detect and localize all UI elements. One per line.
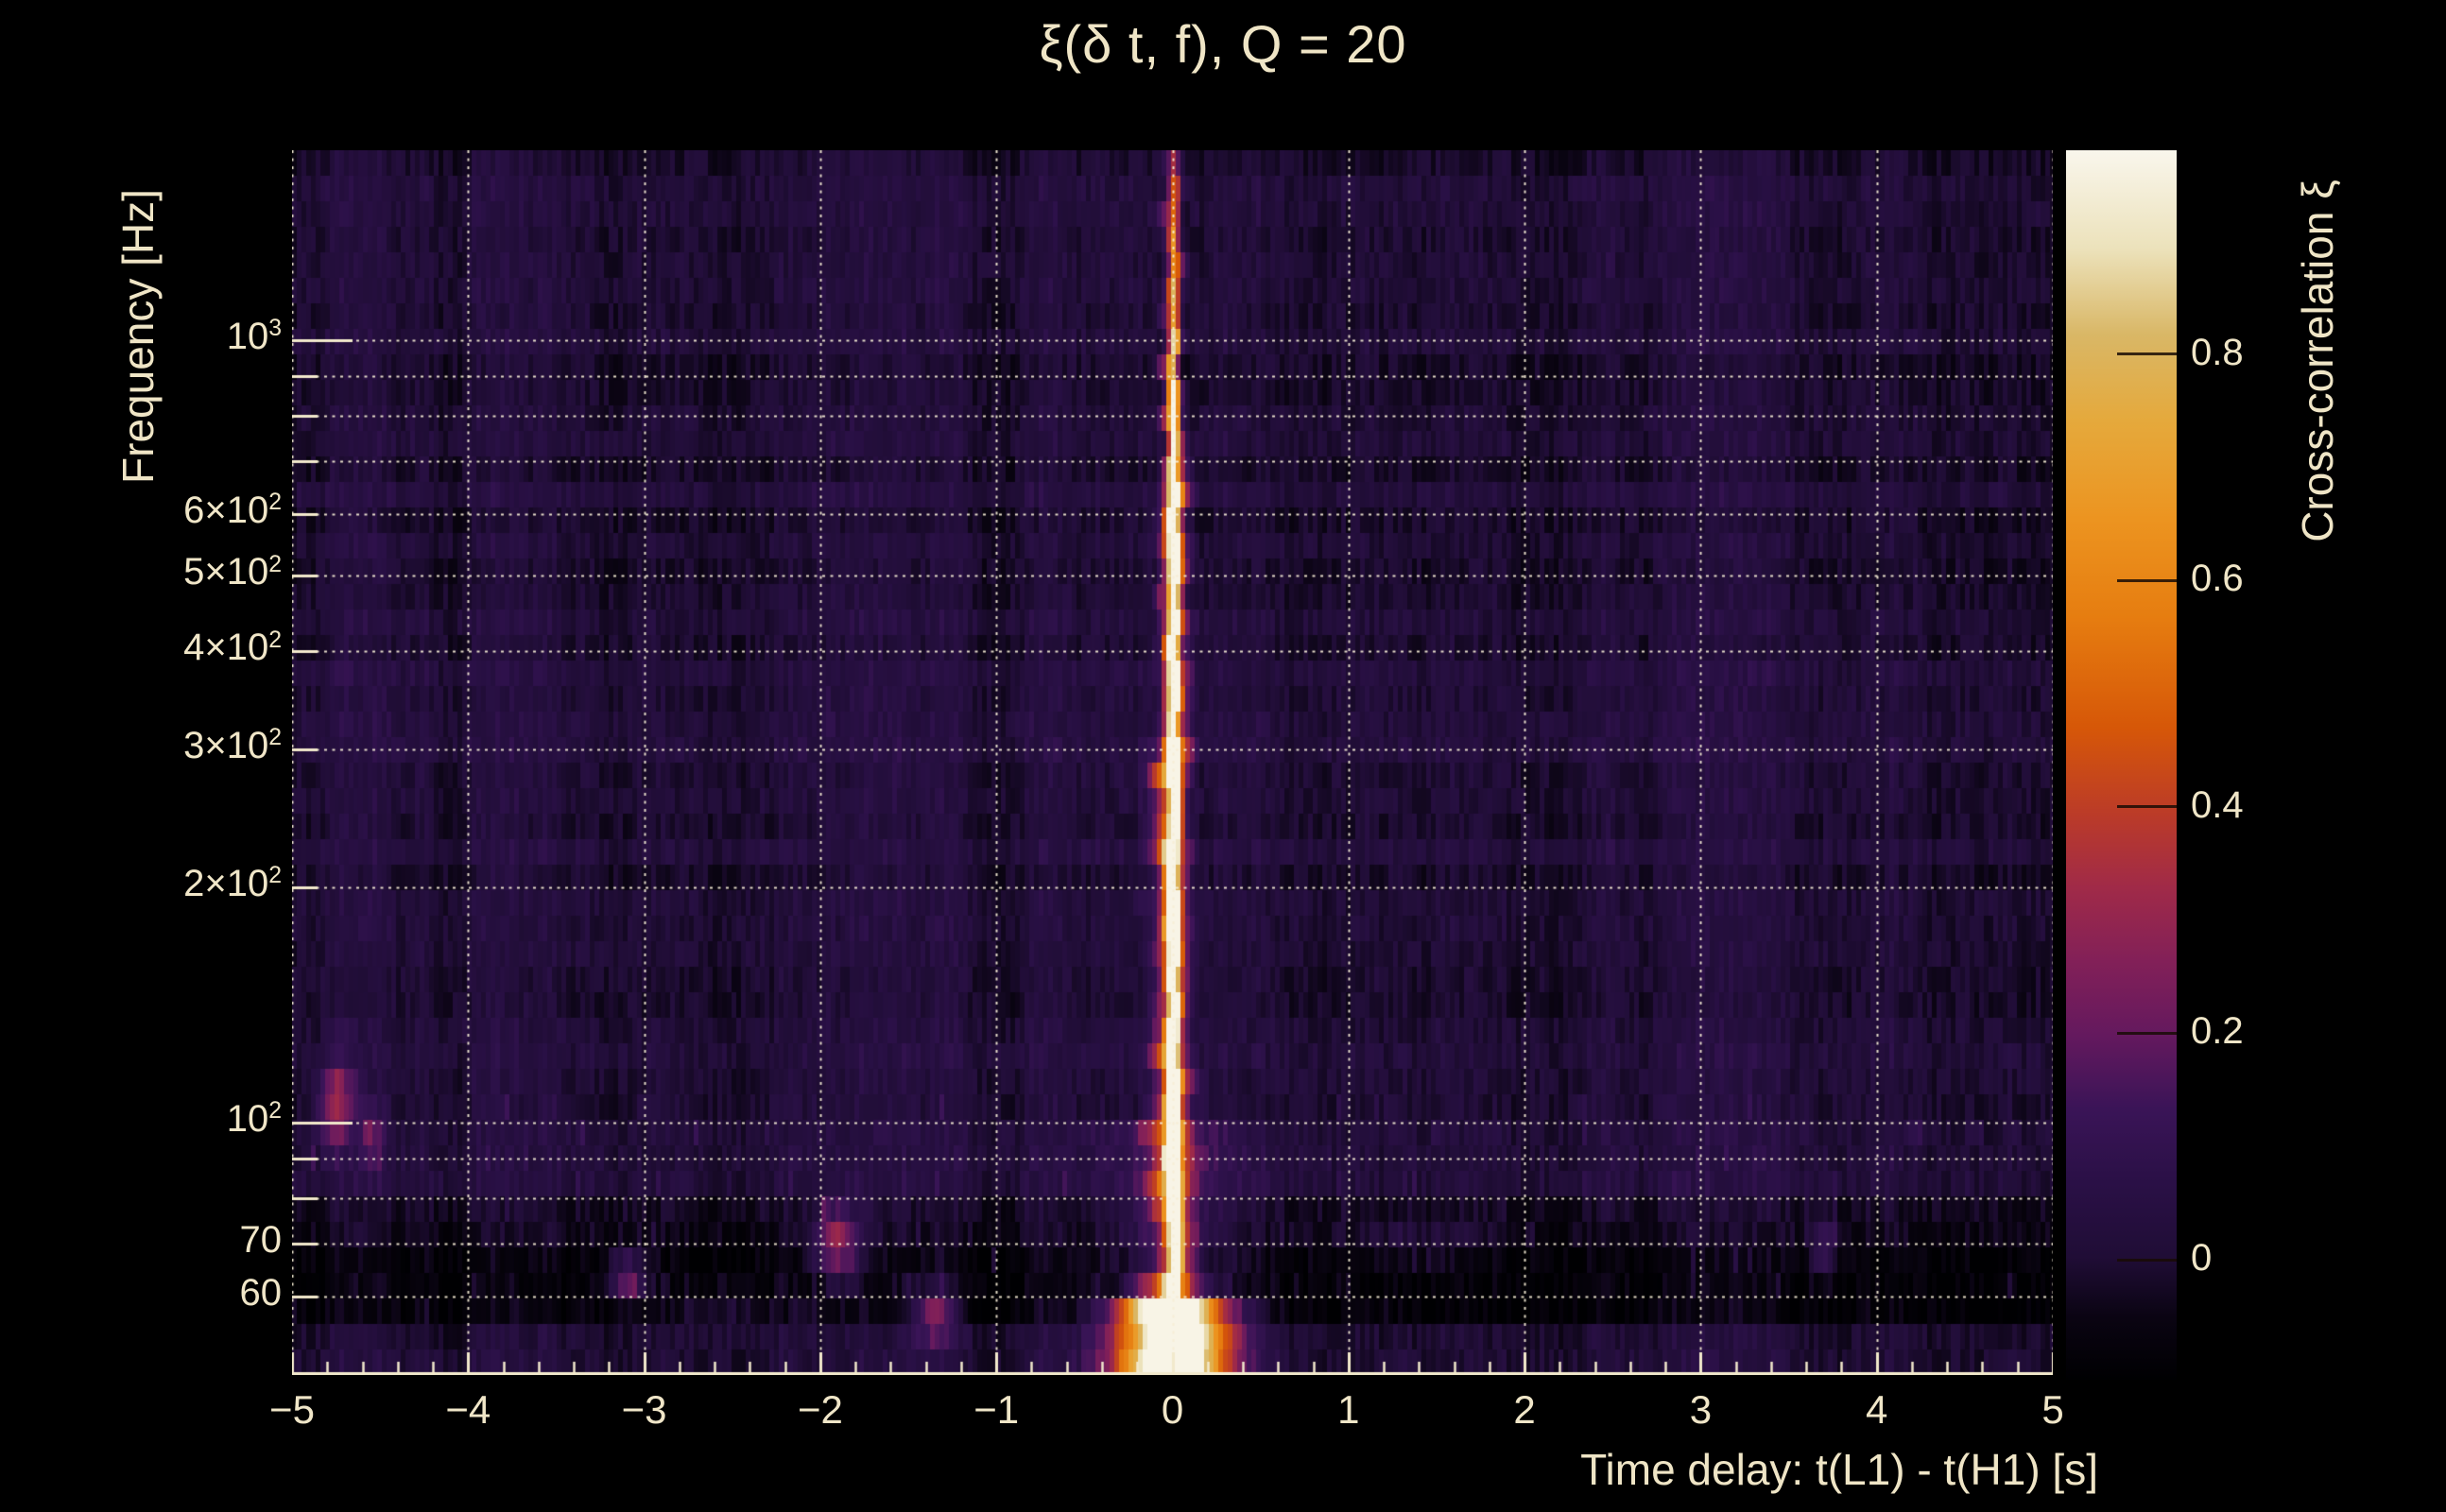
- x-tick-label: 1: [1337, 1387, 1360, 1432]
- colorbar-tick-mark: [2117, 1031, 2177, 1035]
- colorbar-tick-label: 0.6: [2191, 558, 2244, 600]
- x-tick-label: −3: [621, 1387, 667, 1432]
- colorbar-tick-label: 0.8: [2191, 331, 2244, 373]
- colorbar-axis-title: Cross-correlation ξ: [2293, 180, 2342, 542]
- y-tick-label: 102: [226, 1098, 282, 1140]
- y-tick-label: 2×102: [183, 862, 282, 904]
- x-tick-label: 2: [1513, 1387, 1536, 1432]
- y-tick-label: 3×102: [183, 724, 282, 766]
- spectrogram-figure: ξ(δ t, f), Q = 20 Frequency [Hz] Time de…: [0, 0, 2446, 1512]
- x-axis-title: Time delay: t(L1) - t(H1) [s]: [1580, 1445, 2098, 1494]
- y-tick-label: 103: [226, 316, 282, 357]
- colorbar: [2066, 150, 2177, 1380]
- x-tick-label: −5: [269, 1387, 315, 1432]
- colorbar-tick-label: 0: [2191, 1237, 2213, 1279]
- x-tick-label: 0: [1161, 1387, 1184, 1432]
- x-tick-label: 5: [2041, 1387, 2064, 1432]
- x-tick-label: −1: [973, 1387, 1020, 1432]
- x-tick-label: 4: [1866, 1387, 1888, 1432]
- y-tick-label: 70: [239, 1219, 283, 1262]
- x-tick-label: −2: [797, 1387, 843, 1432]
- spectrogram-heatmap: [292, 150, 2053, 1375]
- y-tick-label: 4×102: [183, 627, 282, 669]
- x-tick-label: −4: [445, 1387, 491, 1432]
- colorbar-tick-mark: [2117, 805, 2177, 809]
- y-tick-label: 60: [239, 1271, 283, 1314]
- colorbar-tick-label: 0.2: [2191, 1010, 2244, 1053]
- colorbar-tick-mark: [2117, 578, 2177, 582]
- colorbar-tick-label: 0.4: [2191, 783, 2244, 826]
- chart-title: ξ(δ t, f), Q = 20: [1039, 14, 1407, 74]
- x-tick-label: 3: [1689, 1387, 1713, 1432]
- colorbar-tick-mark: [2117, 352, 2177, 356]
- colorbar-tick-mark: [2117, 1258, 2177, 1262]
- y-tick-label: 5×102: [183, 551, 282, 593]
- y-tick-label: 6×102: [183, 489, 282, 531]
